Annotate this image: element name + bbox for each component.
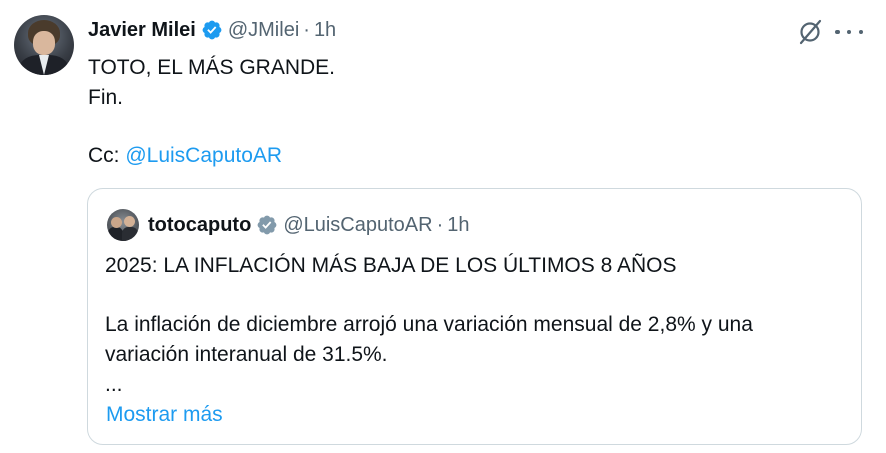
tweet-timestamp[interactable]: 1h — [314, 19, 336, 42]
show-more-link[interactable]: Mostrar más — [106, 400, 223, 430]
author-avatar[interactable] — [14, 15, 74, 75]
quote-header-separator: · — [436, 213, 444, 236]
tweet-text-line: TOTO, EL MÁS GRANDE. — [88, 56, 335, 79]
header-separator: · — [303, 18, 310, 41]
cc-prefix: Cc: — [88, 144, 126, 167]
verified-badge-icon — [202, 20, 222, 40]
quote-author-avatar[interactable] — [107, 209, 139, 241]
author-name[interactable]: Javier Milei — [88, 19, 196, 42]
quote-author-handle[interactable]: @LuisCaputoAR — [283, 214, 432, 237]
quote-headline: 2025: LA INFLACIÓN MÁS BAJA DE LOS ÚLTIM… — [105, 254, 677, 277]
quote-text-line: La inflación de diciembre arrojó una var… — [105, 313, 753, 336]
quote-header: totocaputo @LuisCaputoAR · 1h — [148, 212, 470, 238]
mention-link[interactable]: @LuisCaputoAR — [125, 144, 282, 167]
grok-icon[interactable] — [796, 18, 824, 46]
quote-timestamp[interactable]: 1h — [447, 214, 469, 237]
tweet-header: Javier Milei @JMilei · 1h — [88, 17, 336, 43]
author-handle[interactable]: @JMilei — [228, 19, 299, 42]
quoted-tweet[interactable]: totocaputo @LuisCaputoAR · 1h 2025: LA I… — [87, 188, 862, 445]
quote-author-name[interactable]: totocaputo — [148, 214, 251, 237]
tweet-cc-line: Cc: @LuisCaputoAR — [88, 141, 282, 171]
tweet-text-line: Fin. — [88, 86, 124, 109]
tweet[interactable]: Javier Milei @JMilei · 1h TOTO, EL MÁS G… — [0, 0, 886, 453]
quote-text-line: variación interanual de 31.5%. — [105, 343, 388, 366]
more-options-icon[interactable] — [835, 18, 863, 46]
quote-ellipsis: ... — [105, 373, 123, 396]
verified-badge-icon — [257, 215, 277, 235]
